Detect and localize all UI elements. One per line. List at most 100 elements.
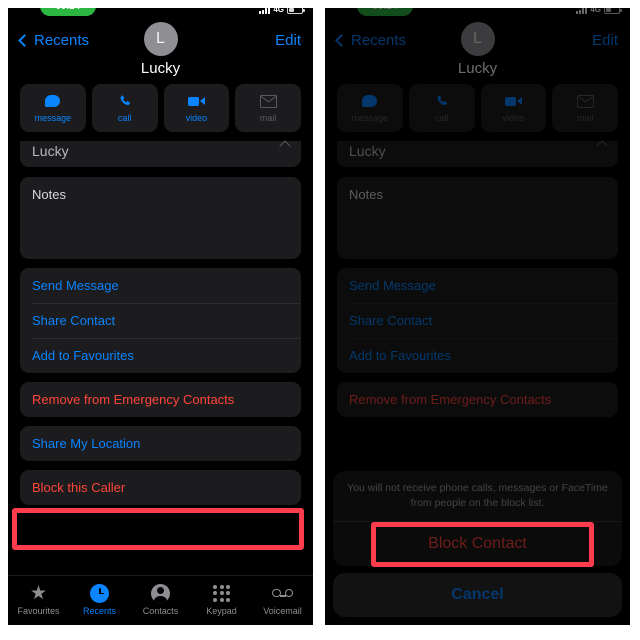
back-label: Recents xyxy=(34,31,90,49)
recording-indicator-pill-right: 00:24 xyxy=(357,8,413,16)
mail-envelope-icon xyxy=(576,93,594,109)
add-to-favourites-row[interactable]: Add to Favourites xyxy=(20,338,301,373)
quick-action-message-label: message xyxy=(34,113,72,123)
contact-actions-card: Send Message Share Contact Add to Favour… xyxy=(20,268,301,373)
quick-action-mail-label: mail xyxy=(259,113,277,123)
quick-action-message[interactable]: message xyxy=(20,84,86,132)
back-to-recents-button-right: Recents xyxy=(335,31,407,49)
quick-action-video-label: video xyxy=(185,113,208,123)
status-bar: 00:24 4G xyxy=(8,8,313,22)
quick-action-video-label: video xyxy=(502,113,525,123)
quick-action-mail: mail xyxy=(235,84,301,132)
block-contact-button[interactable]: Block Contact xyxy=(333,521,622,566)
quick-action-call-right: call xyxy=(408,84,475,132)
contact-name-row-label: Lucky xyxy=(349,143,386,159)
contact-name: Lucky xyxy=(457,60,498,77)
chevron-left-icon xyxy=(18,33,31,47)
back-to-recents-button[interactable]: Recents xyxy=(18,31,90,49)
send-message-row-right: Send Message xyxy=(349,278,436,293)
status-bar-right: 4G xyxy=(259,8,305,14)
tab-bar: ★ Favourites Recents Contacts Keypad Voi… xyxy=(8,575,313,625)
chevron-up-icon xyxy=(279,140,291,152)
notes-label: Notes xyxy=(349,187,383,202)
quick-action-call[interactable]: call xyxy=(91,84,158,132)
action-sheet-message: You will not receive phone calls, messag… xyxy=(347,481,608,509)
keypad-dots-icon xyxy=(213,583,230,603)
screen-content-right: 00:24 4G Recents Edit L Lucky xyxy=(325,8,630,625)
quick-action-call-label: call xyxy=(434,113,449,123)
share-contact-row[interactable]: Share Contact xyxy=(20,303,301,338)
add-to-favourites-row-right: Add to Favourites xyxy=(337,338,618,373)
emergency-contacts-card-right: Remove from Emergency Contacts xyxy=(337,382,618,417)
quick-action-mail-label: mail xyxy=(576,113,594,123)
person-circle-icon xyxy=(151,583,170,603)
tab-recents-label: Recents xyxy=(82,606,117,616)
action-sheet-group: You will not receive phone calls, messag… xyxy=(333,470,622,566)
remove-from-emergency-contacts-row-right: Remove from Emergency Contacts xyxy=(349,392,552,407)
star-icon: ★ xyxy=(29,582,48,604)
cancel-button[interactable]: Cancel xyxy=(333,573,622,617)
status-bar-right-cluster: 4G xyxy=(576,8,622,14)
recording-indicator-pill: 00:24 xyxy=(40,8,96,16)
chevron-up-icon xyxy=(596,140,608,152)
quick-action-video[interactable]: video xyxy=(163,84,230,132)
quick-action-message-label: message xyxy=(351,113,389,123)
phone-icon xyxy=(118,93,132,109)
notes-label: Notes xyxy=(32,187,66,202)
mail-envelope-icon xyxy=(259,93,277,109)
video-camera-icon xyxy=(187,93,205,109)
quick-action-row: message call video mail xyxy=(20,84,301,132)
notes-card-right: Notes xyxy=(337,177,618,259)
edit-button-right: Edit xyxy=(592,31,618,49)
back-label: Recents xyxy=(351,31,407,49)
chevron-left-icon xyxy=(335,33,348,47)
share-contact-row-right: Share Contact xyxy=(337,303,618,338)
quick-action-call-label: call xyxy=(117,113,132,123)
message-bubble-icon xyxy=(45,93,61,109)
message-bubble-icon xyxy=(362,93,378,109)
notes-card[interactable]: Notes xyxy=(20,177,301,259)
status-bar-right-panel: 00:24 4G xyxy=(325,8,630,22)
video-camera-icon xyxy=(504,93,522,109)
edit-button[interactable]: Edit xyxy=(275,32,301,49)
navigation-bar: Recents Edit xyxy=(8,22,313,58)
contact-name-row-label: Lucky xyxy=(32,143,69,159)
contact-name-row[interactable]: Lucky xyxy=(20,140,301,167)
tab-voicemail-label: Voicemail xyxy=(263,606,302,616)
block-caller-card: Block this Caller xyxy=(20,470,301,505)
navigation-bar-right: Recents Edit xyxy=(325,22,630,58)
battery-icon xyxy=(604,8,622,14)
tab-favourites-label: Favourites xyxy=(17,606,60,616)
block-this-caller-row[interactable]: Block this Caller xyxy=(20,470,301,505)
tab-favourites[interactable]: ★ Favourites xyxy=(10,582,68,617)
send-message-row[interactable]: Send Message xyxy=(20,268,301,303)
phone-icon xyxy=(435,93,449,109)
contact-detail-scroll[interactable]: message call video mail Lucky Notes Send… xyxy=(8,80,313,569)
clock-icon xyxy=(90,583,109,603)
quick-action-video-right: video xyxy=(480,84,547,132)
quick-action-mail-right: mail xyxy=(552,84,618,132)
battery-icon xyxy=(287,8,305,14)
phone-screen-right: 00:24 4G Recents Edit L Lucky xyxy=(325,8,630,625)
tab-contacts[interactable]: Contacts xyxy=(132,583,190,616)
emergency-contacts-card: Remove from Emergency Contacts xyxy=(20,382,301,417)
network-type-label: 4G xyxy=(590,8,601,14)
share-location-card: Share My Location xyxy=(20,426,301,461)
screenshot-stage: 00:24 4G Recents Edit L Lucky xyxy=(0,0,640,640)
tab-keypad-label: Keypad xyxy=(206,606,237,616)
remove-from-emergency-contacts-row[interactable]: Remove from Emergency Contacts xyxy=(20,382,301,417)
tab-voicemail[interactable]: Voicemail xyxy=(254,583,312,616)
phone-screen-left: 00:24 4G Recents Edit L Lucky xyxy=(8,8,313,625)
screen-content-left: 00:24 4G Recents Edit L Lucky xyxy=(8,8,313,625)
quick-action-row-right: message call video mail xyxy=(337,84,618,132)
block-contact-action-sheet: You will not receive phone calls, messag… xyxy=(333,470,622,617)
contact-name: Lucky xyxy=(140,60,181,77)
signal-strength-icon xyxy=(576,8,588,14)
contact-name-row-right: Lucky xyxy=(337,140,618,167)
contact-actions-card-right: Send Message Share Contact Add to Favour… xyxy=(337,268,618,373)
signal-strength-icon xyxy=(259,8,271,14)
tab-recents[interactable]: Recents xyxy=(71,583,129,616)
network-type-label: 4G xyxy=(273,8,284,14)
share-my-location-row[interactable]: Share My Location xyxy=(20,426,301,461)
tab-keypad[interactable]: Keypad xyxy=(193,583,251,616)
